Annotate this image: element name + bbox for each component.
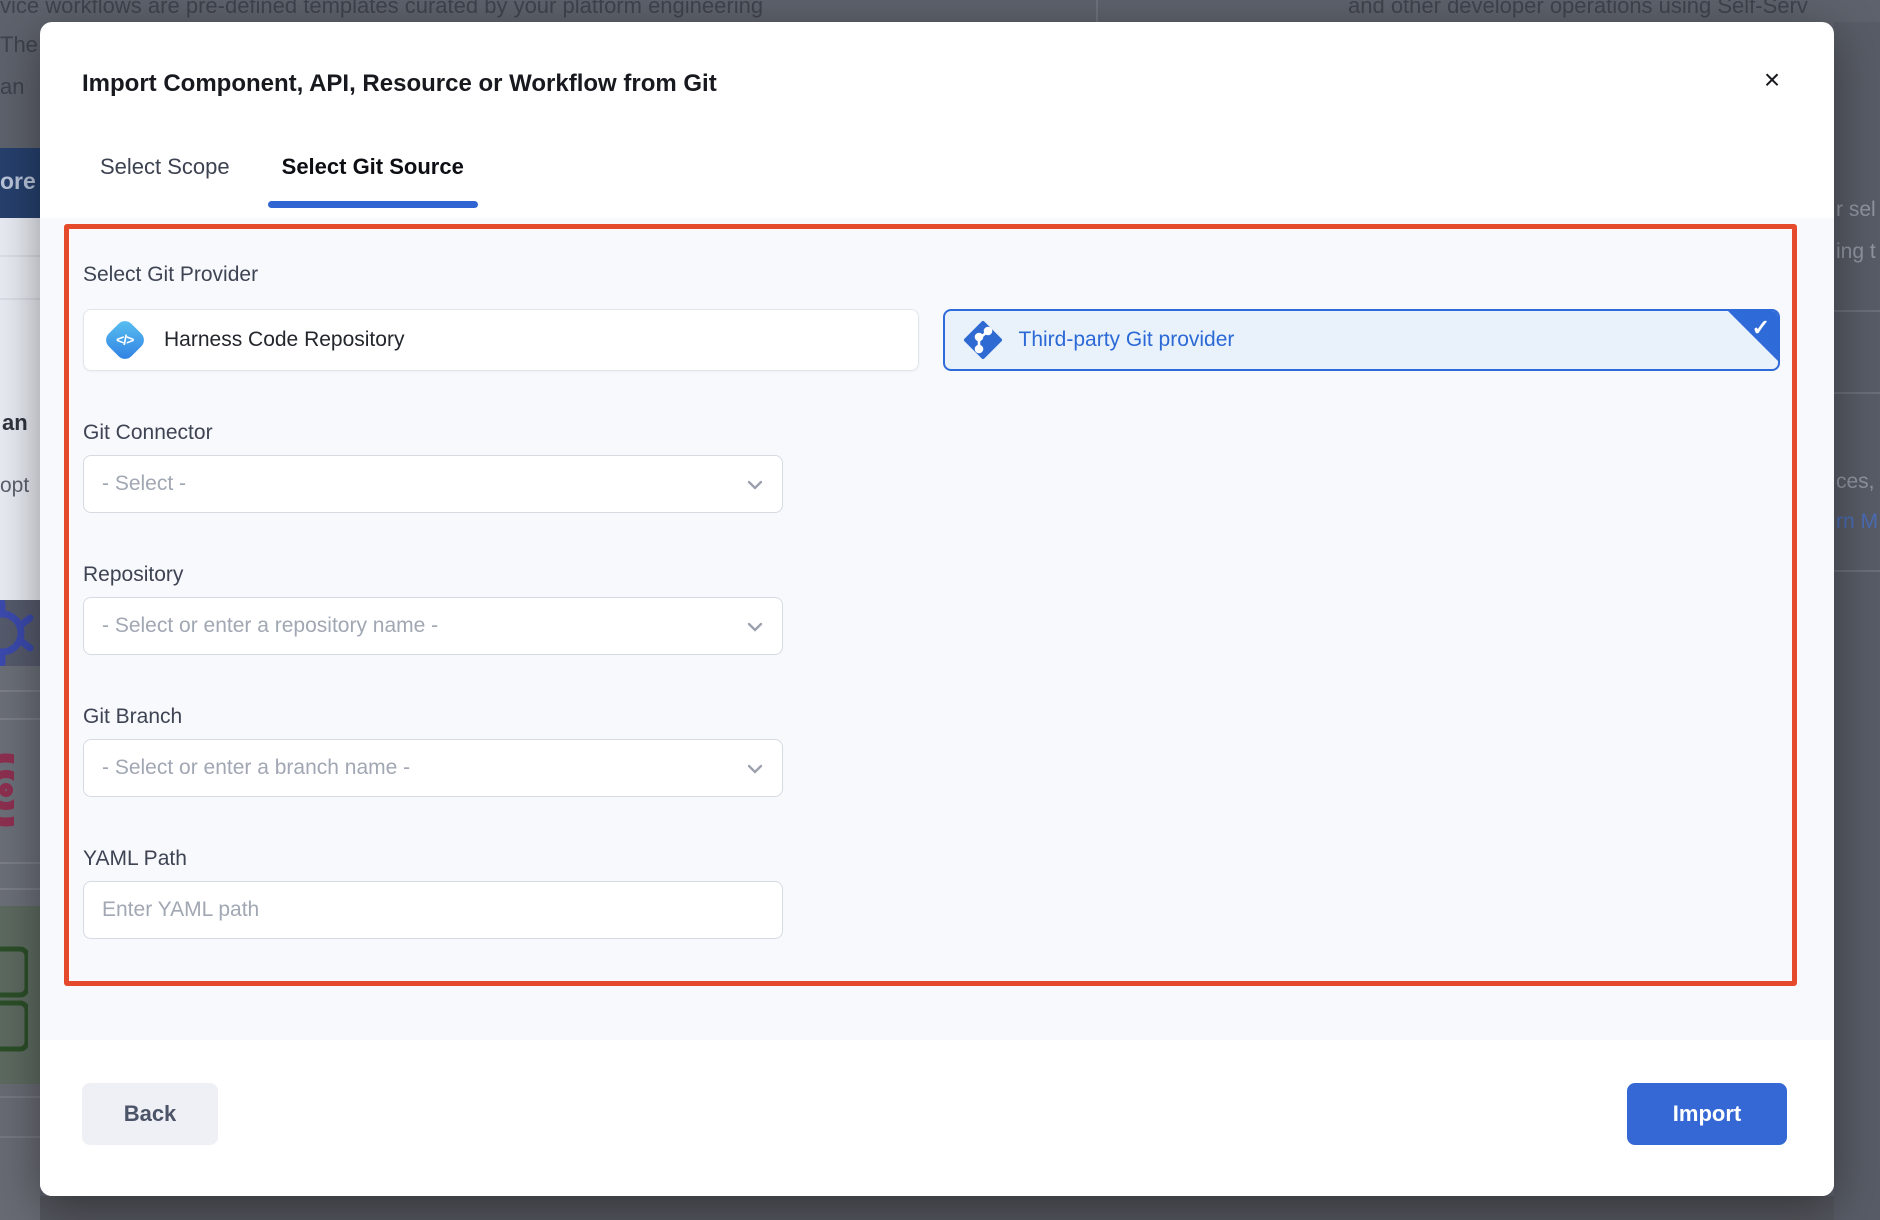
divider	[0, 298, 40, 300]
backdrop-divider	[1096, 0, 1098, 22]
git-branch-placeholder: - Select or enter a branch name -	[102, 756, 410, 780]
backdrop-fragment: an	[2, 410, 28, 436]
backdrop-bottom-segment	[0, 1084, 40, 1220]
modal-body: Select Git Provider </> Harness Code Rep…	[40, 218, 1834, 1040]
divider	[0, 1136, 40, 1138]
divider	[0, 862, 40, 864]
close-icon[interactable]: ×	[1750, 58, 1794, 102]
back-button[interactable]: Back	[82, 1083, 218, 1145]
yaml-path-input[interactable]	[83, 881, 783, 939]
active-tab-underline	[268, 201, 478, 208]
divider	[0, 255, 40, 257]
tab-select-git-source[interactable]: Select Git Source	[282, 154, 464, 208]
backdrop-mid-segment	[0, 666, 40, 906]
harness-code-repository-card[interactable]: </> Harness Code Repository	[83, 309, 919, 371]
modal-footer: Back Import	[40, 1040, 1834, 1196]
repository-select[interactable]: - Select or enter a repository name -	[83, 597, 783, 655]
code-glyph: </>	[116, 332, 133, 348]
divider	[0, 1096, 40, 1098]
squares-icon	[0, 946, 28, 1084]
backdrop-link-fragment: rn M	[1836, 510, 1878, 534]
check-icon: ✓	[1752, 315, 1770, 341]
third-party-card-label: Third-party Git provider	[1019, 328, 1235, 352]
tab-select-scope[interactable]: Select Scope	[100, 154, 230, 208]
tab-label: Select Git Source	[282, 154, 464, 179]
chevron-down-icon	[744, 758, 766, 780]
repository-label: Repository	[83, 563, 1780, 587]
backdrop-left-strip: The an ore an opt	[0, 22, 40, 1220]
backdrop-fragment: ing t	[1836, 240, 1876, 264]
git-connector-label: Git Connector	[83, 421, 1780, 445]
backdrop-top-band: vice workflows are pre-defined templates…	[0, 0, 1880, 22]
backdrop-green-segment	[0, 906, 40, 1084]
harness-code-icon: </>	[102, 317, 148, 363]
yaml-path-label: YAML Path	[83, 847, 1780, 871]
git-connector-select[interactable]: - Select -	[83, 455, 783, 513]
git-provider-label: Select Git Provider	[83, 263, 1780, 287]
chevron-down-icon	[744, 616, 766, 638]
divider	[0, 690, 40, 692]
git-connector-placeholder: - Select -	[102, 472, 186, 496]
git-branch-select[interactable]: - Select or enter a branch name -	[83, 739, 783, 797]
git-icon	[963, 320, 1003, 360]
highlight-box: Select Git Provider </> Harness Code Rep…	[64, 224, 1797, 986]
chevron-down-icon	[744, 474, 766, 496]
backdrop-light-segment: an opt	[0, 218, 40, 600]
import-from-git-modal: Import Component, API, Resource or Workf…	[40, 22, 1834, 1196]
backdrop-right-strip: r sel ing t ces, rn M	[1834, 22, 1880, 1220]
backdrop-fragment: an	[0, 74, 24, 100]
backdrop-fragment: opt	[0, 474, 29, 498]
gear-icon	[0, 600, 40, 666]
divider	[0, 718, 40, 720]
import-button[interactable]: Import	[1627, 1083, 1787, 1145]
divider	[0, 888, 40, 890]
backdrop-text-right: and other developer operations using Sel…	[1348, 0, 1808, 19]
git-provider-cards: </> Harness Code Repository	[83, 309, 1780, 371]
backdrop-bottom-band	[0, 1196, 1880, 1220]
divider	[1834, 570, 1880, 572]
third-party-git-provider-card[interactable]: Third-party Git provider ✓	[943, 309, 1781, 371]
modal-title: Import Component, API, Resource or Workf…	[82, 70, 717, 98]
backdrop-fragment: ces,	[1836, 470, 1875, 494]
backdrop-fragment: The	[0, 32, 38, 58]
backdrop-text-left: vice workflows are pre-defined templates…	[0, 0, 763, 19]
divider	[1834, 310, 1880, 312]
repository-placeholder: - Select or enter a repository name -	[102, 614, 438, 638]
divider	[1834, 392, 1880, 394]
modal-tabs: Select Scope Select Git Source	[100, 154, 464, 208]
harness-card-label: Harness Code Repository	[164, 328, 404, 352]
backdrop-fragment: r sel	[1836, 198, 1876, 222]
backdrop-button-fragment: ore	[0, 148, 40, 218]
target-circles-icon	[0, 748, 14, 848]
backdrop-gear-segment	[0, 600, 40, 666]
git-branch-label: Git Branch	[83, 705, 1780, 729]
